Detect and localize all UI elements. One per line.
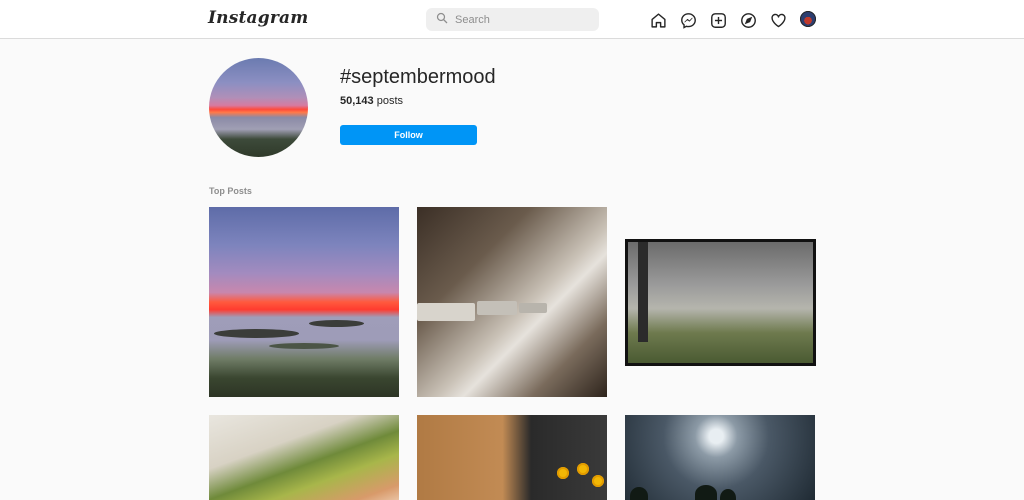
hashtag-title: #septembermood (340, 66, 496, 88)
tree-silhouette (695, 485, 717, 500)
post-count-number: 50,143 (340, 95, 374, 107)
post-count-suffix: posts (373, 95, 404, 107)
top-navigation-bar: Instagram (0, 0, 1024, 39)
island-shape (309, 320, 364, 327)
messenger-icon[interactable] (679, 11, 697, 29)
top-posts-heading: Top Posts (209, 186, 252, 196)
search-box[interactable] (426, 8, 599, 31)
boat-shape (417, 303, 475, 321)
post-thumbnail-sunflowers[interactable] (417, 415, 607, 500)
sunflower-shape (592, 475, 604, 487)
boat-shape (477, 301, 517, 315)
hashtag-cover-image (209, 58, 308, 157)
home-icon[interactable] (649, 11, 667, 29)
island-shape (214, 329, 299, 338)
boat-shape (519, 303, 547, 313)
post-thumbnail-conkers[interactable] (209, 415, 399, 500)
post-thumbnail-canal-boats[interactable] (417, 207, 607, 397)
sunflower-shape (557, 467, 569, 479)
post-count: 50,143 posts (340, 95, 403, 107)
follow-button[interactable]: Follow (340, 125, 477, 145)
tree-silhouette (720, 489, 736, 500)
tree-silhouette (630, 487, 648, 500)
search-input[interactable] (455, 13, 595, 26)
island-shape (269, 343, 339, 349)
post-thumbnail-moonlit-sky[interactable] (625, 415, 815, 500)
search-icon (436, 11, 448, 29)
post-thumbnail-sunset[interactable] (209, 207, 399, 397)
sunflower-shape (577, 463, 589, 475)
instagram-logo[interactable]: Instagram (208, 8, 308, 28)
new-post-icon[interactable] (709, 11, 727, 29)
explore-icon[interactable] (739, 11, 757, 29)
profile-avatar[interactable] (800, 11, 816, 27)
post-thumbnail-misty-grass[interactable] (625, 239, 816, 366)
activity-heart-icon[interactable] (769, 11, 787, 29)
tree-trunk-shape (638, 242, 648, 342)
